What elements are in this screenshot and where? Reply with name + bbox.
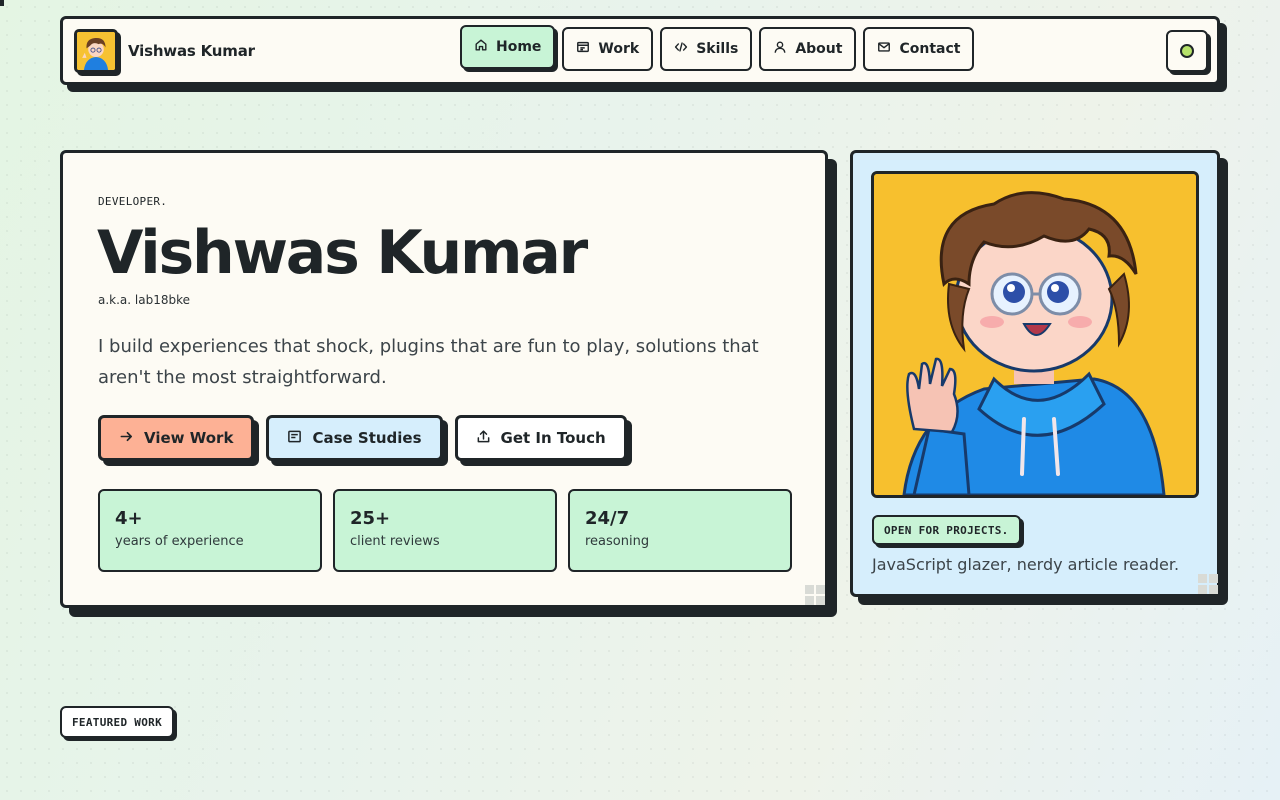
- case-studies-label: Case Studies: [312, 429, 422, 447]
- get-in-touch-label: Get In Touch: [500, 429, 606, 447]
- mail-icon: [877, 40, 891, 58]
- top-navbar: Vishwas Kumar Home Work Skills About Con…: [60, 16, 1220, 85]
- nav-item-skills[interactable]: Skills: [660, 27, 753, 71]
- hero-tagline: I build experiences that shock, plugins …: [98, 336, 759, 388]
- corner-grip-icon: [1198, 574, 1218, 594]
- nav-item-about[interactable]: About: [759, 27, 857, 71]
- stat-label: client reviews: [350, 534, 440, 549]
- nav-label-about: About: [795, 41, 843, 57]
- stat-card-experience: 4+ years of experience: [98, 489, 322, 572]
- stat-label: years of experience: [115, 534, 244, 549]
- theme-toggle-button[interactable]: [1166, 30, 1208, 72]
- brand-avatar: [74, 29, 118, 73]
- nav-label-skills: Skills: [696, 41, 739, 57]
- status-badge: OPEN FOR PROJECTS.: [872, 515, 1021, 545]
- stat-value: 25+: [350, 508, 391, 529]
- corner-grip-icon: [805, 585, 825, 605]
- window-icon: [576, 40, 590, 58]
- code-icon: [674, 40, 688, 58]
- corner-mark: [0, 0, 4, 6]
- stat-label: reasoning: [585, 534, 650, 549]
- profile-bio: JavaScript glazer, nerdy article reader.: [872, 555, 1180, 574]
- nav-item-work[interactable]: Work: [562, 27, 654, 71]
- profile-card: OPEN FOR PROJECTS. JavaScript glazer, ne…: [850, 150, 1220, 597]
- brand[interactable]: Vishwas Kumar: [74, 29, 255, 73]
- nav-item-contact[interactable]: Contact: [863, 27, 975, 71]
- view-work-button[interactable]: View Work: [98, 415, 255, 461]
- stat-card-reasoning: 24/7 reasoning: [568, 489, 792, 572]
- main-nav: Home Work Skills About Contact: [460, 25, 981, 71]
- stat-card-reviews: 25+ client reviews: [333, 489, 557, 572]
- nav-label-contact: Contact: [899, 41, 961, 57]
- upload-icon: [476, 429, 491, 448]
- stat-value: 4+: [115, 508, 143, 529]
- featured-work-label: FEATURED WORK: [60, 706, 174, 738]
- hero-aka: a.k.a. lab18bke: [98, 293, 191, 307]
- hero-stats: 4+ years of experience 25+ client review…: [98, 489, 792, 572]
- stat-value: 24/7: [585, 508, 630, 529]
- hero-card: DEVELOPER. Vishwas Kumar a.k.a. lab18bke…: [60, 150, 828, 608]
- nav-item-home[interactable]: Home: [460, 25, 556, 69]
- portrait-image: [871, 171, 1199, 498]
- user-icon: [773, 40, 787, 58]
- view-work-label: View Work: [144, 429, 234, 447]
- theme-dot-icon: [1180, 44, 1194, 58]
- document-icon: [287, 429, 302, 448]
- hero-eyebrow: DEVELOPER.: [98, 195, 168, 208]
- nav-label-home: Home: [496, 39, 542, 55]
- hero-actions: View Work Case Studies Get In Touch: [98, 415, 627, 461]
- hero-title: Vishwas Kumar: [97, 218, 588, 288]
- arrow-right-icon: [119, 429, 134, 448]
- case-studies-button[interactable]: Case Studies: [266, 415, 443, 461]
- home-icon: [474, 38, 488, 56]
- brand-name: Vishwas Kumar: [128, 42, 255, 60]
- get-in-touch-button[interactable]: Get In Touch: [454, 415, 627, 461]
- nav-label-work: Work: [598, 41, 640, 57]
